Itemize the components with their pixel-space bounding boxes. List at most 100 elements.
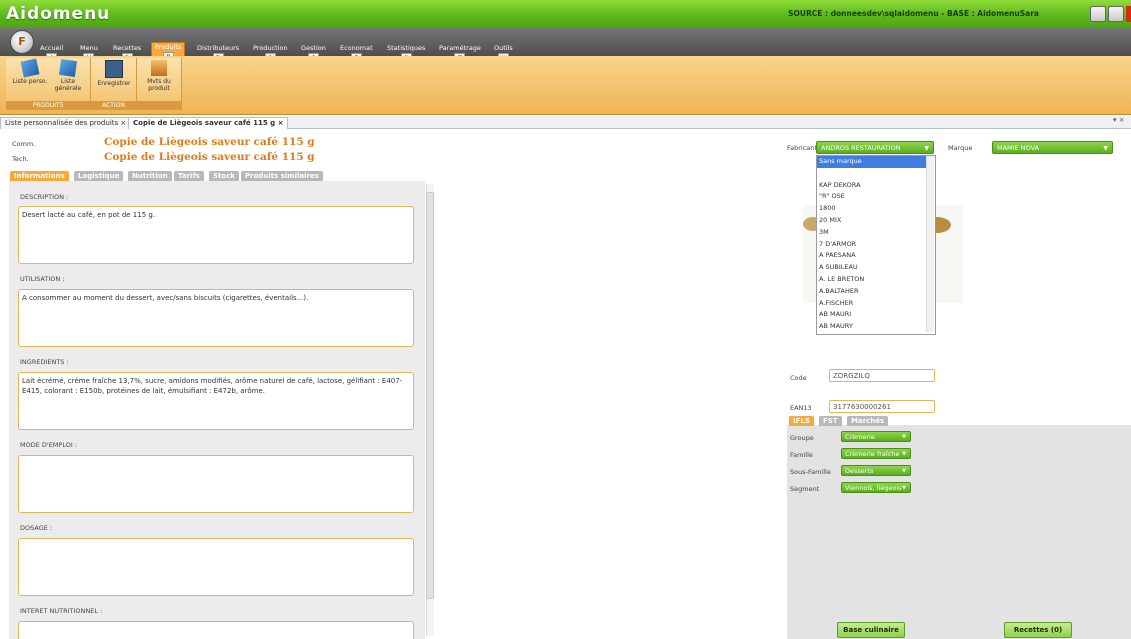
code-label: Code	[790, 374, 807, 382]
group-label: ACTION	[91, 101, 136, 110]
source-info: SOURCE : donneesdev\sqlaidomenu - BASE :…	[788, 9, 1039, 18]
fabricant-label: Fabricant	[787, 144, 817, 152]
tab-logistique[interactable]: Logistique	[74, 171, 124, 181]
tab-label: Accueil	[40, 44, 64, 52]
ingredients-textarea[interactable]: Lait écrémé, crème fraîche 13,7%, sucre,…	[18, 372, 414, 430]
fabricant-select[interactable]: ANDROS RESTAURATION ▼	[816, 141, 934, 154]
description-textarea[interactable]: Desert lacté au café, en pot de 115 g.	[18, 206, 414, 264]
chart-icon	[151, 60, 167, 76]
sous-famille-label: Sous-Famille	[790, 468, 831, 476]
dosage-label: DOSAGE :	[20, 524, 53, 532]
ingredients-label: INGREDIENTS :	[20, 358, 69, 366]
marque-selected: MAMIE NOVA	[997, 144, 1040, 152]
group-label	[137, 101, 181, 110]
segment-selected: Viennois, liégeois	[845, 484, 902, 492]
mvts-produit-button[interactable]: Mvts du produit	[141, 60, 177, 92]
groupe-select[interactable]: Crèmerie ▼	[841, 431, 911, 442]
chevron-down-icon: ▼	[902, 468, 906, 474]
segment-label: Segment	[790, 485, 820, 493]
dropdown-option[interactable]: 1800	[817, 203, 935, 215]
list-icon	[20, 58, 40, 78]
dropdown-option[interactable]: A.FISCHER	[817, 298, 935, 310]
interet-nutritionnel-textarea[interactable]	[18, 621, 414, 639]
group-label: PRODUITS	[6, 101, 90, 110]
dropdown-option[interactable]: A.BALTAHER	[817, 286, 935, 298]
close-icon[interactable]: ×	[120, 119, 126, 127]
famille-select[interactable]: Crèmerie fraîche ▼	[841, 448, 911, 459]
dropdown-option[interactable]: 20 MIX	[817, 215, 935, 227]
tab-ifls[interactable]: IFLS	[789, 416, 814, 426]
sous-famille-select[interactable]: Desserts ▼	[841, 465, 911, 476]
application-menu-orb[interactable]: F	[10, 30, 34, 54]
groupe-selected: Crèmerie	[845, 433, 875, 441]
tab-informations[interactable]: Informations	[10, 171, 69, 181]
famille-label: Famille	[790, 451, 813, 459]
interet-nutritionnel-label: INTERET NUTRITIONNEL :	[20, 607, 103, 615]
tech-name[interactable]: Copie de Liègeois saveur café 115 g	[104, 151, 315, 163]
liste-generale-button[interactable]: Liste générale	[50, 58, 86, 92]
marque-label: Marque	[948, 144, 973, 152]
liste-perso-button[interactable]: Liste perso.	[12, 58, 48, 85]
dropdown-option[interactable]: AB MAURI	[817, 309, 935, 321]
dropdown-option[interactable]	[817, 168, 935, 180]
marque-select[interactable]: MAMIE NOVA ▼	[992, 141, 1113, 154]
tab-label: Gestion	[301, 44, 326, 52]
scrollbar-thumb[interactable]	[426, 192, 434, 599]
mode-emploi-textarea[interactable]	[18, 455, 414, 513]
enregistrer-button[interactable]: Enregistrer	[96, 60, 132, 87]
tab-marches[interactable]: Marchés	[847, 416, 889, 426]
dropdown-option[interactable]: A PAESANA	[817, 250, 935, 262]
save-icon	[105, 60, 123, 78]
ean13-field[interactable]: 3177630000261	[829, 400, 935, 413]
dropdown-option[interactable]: A SUBILEAU	[817, 262, 935, 274]
tab-label: Production	[253, 44, 288, 52]
chevron-down-icon: ▼	[1103, 145, 1108, 152]
fabricant-dropdown-list[interactable]: Sans marque KAP DEKORA "R" OSE 1800 20 M…	[816, 155, 936, 335]
tab-label: Economat	[340, 44, 373, 52]
description-label: DESCRIPTION :	[20, 193, 69, 201]
tab-label: Outils	[494, 44, 513, 52]
tab-label: Menu	[80, 44, 98, 52]
comm-name[interactable]: Copie de Liègeois saveur café 115 g	[104, 136, 315, 148]
dropdown-option[interactable]: Sans marque	[817, 156, 926, 168]
button-label: Enregistrer	[97, 80, 131, 87]
utilisation-textarea[interactable]: A consommer au moment du dessert, avec/s…	[18, 289, 414, 347]
tab-label: Produits	[155, 43, 182, 51]
dropdown-option[interactable]: 7 D'ARMOR	[817, 239, 935, 251]
close-icon[interactable]: ×	[278, 119, 284, 127]
button-label: Liste perso.	[12, 78, 48, 85]
tab-nutrition[interactable]: Nutrition	[128, 171, 172, 181]
tab-label: Distributeurs	[197, 44, 240, 52]
button-label: Mvts du produit	[147, 78, 171, 92]
maximize-button[interactable]	[1108, 6, 1124, 22]
dropdown-option[interactable]: "R" OSE	[817, 191, 935, 203]
tab-produits-similaires[interactable]: Produits similaires	[241, 171, 323, 181]
base-culinaire-button[interactable]: Base culinaire	[837, 622, 905, 638]
doc-tab-copie[interactable]: Copie de Liègeois saveur café 115 g ×	[128, 117, 289, 129]
button-label: Liste générale	[54, 78, 82, 92]
ean13-label: EAN13	[790, 404, 812, 412]
tab-tarifs[interactable]: Tarifs	[174, 171, 204, 181]
segment-select[interactable]: Viennois, liégeois ▼	[841, 482, 911, 493]
doc-tab-liste-perso[interactable]: Liste personnalisée des produits ×	[0, 117, 132, 129]
tab-fst[interactable]: FST	[819, 416, 842, 426]
dropdown-scrollbar[interactable]	[926, 156, 934, 332]
sous-famille-selected: Desserts	[845, 467, 874, 475]
dropdown-option[interactable]: KAP DEKORA	[817, 180, 935, 192]
chevron-down-icon: ▼	[902, 451, 906, 457]
groupe-label: Groupe	[790, 434, 814, 442]
tab-label: Liste personnalisée des produits	[5, 119, 119, 127]
dosage-textarea[interactable]	[18, 538, 414, 596]
recettes-button[interactable]: Recettes (0)	[1004, 622, 1072, 638]
code-field[interactable]: ZORGZILQ	[829, 369, 935, 382]
minimize-button[interactable]	[1090, 6, 1106, 22]
dropdown-option[interactable]: A. LE BRETON	[817, 274, 935, 286]
chevron-down-icon: ▼	[902, 434, 906, 440]
tab-stock[interactable]: Stock	[209, 171, 240, 181]
chevron-down-icon: ▼	[924, 145, 929, 152]
dropdown-option[interactable]: AB MAURY	[817, 321, 935, 333]
close-button[interactable]	[1126, 6, 1131, 22]
panel-controls[interactable]: ▾ ×	[1113, 116, 1125, 124]
dropdown-option[interactable]: 3M	[817, 227, 935, 239]
famille-selected: Crèmerie fraîche	[845, 450, 900, 458]
